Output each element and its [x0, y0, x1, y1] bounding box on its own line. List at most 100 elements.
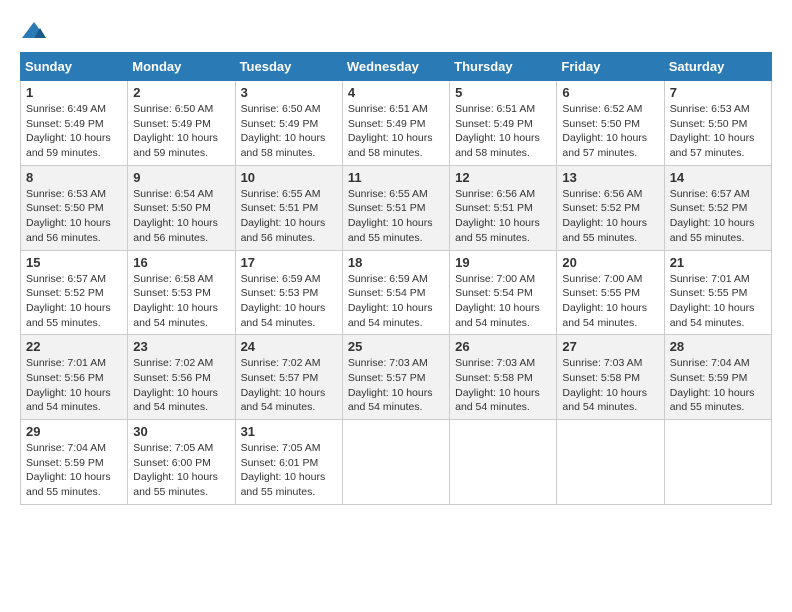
day-number: 3 [241, 85, 337, 100]
day-number: 29 [26, 424, 122, 439]
calendar-cell: 10Sunrise: 6:55 AMSunset: 5:51 PMDayligh… [235, 165, 342, 250]
day-info: Sunrise: 6:58 AMSunset: 5:53 PMDaylight:… [133, 272, 229, 331]
calendar-cell: 8 Sunrise: 6:53 AMSunset: 5:50 PMDaylight… [21, 165, 128, 250]
day-number: 8 [26, 170, 122, 185]
calendar-cell: 23Sunrise: 7:02 AMSunset: 5:56 PMDayligh… [128, 335, 235, 420]
calendar-header-row: SundayMondayTuesdayWednesdayThursdayFrid… [21, 53, 772, 81]
day-info: Sunrise: 6:53 AMSunset: 5:50 PMDaylight:… [26, 187, 122, 246]
day-number: 16 [133, 255, 229, 270]
calendar-cell: 26 Sunrise: 7:03 AMSunset: 5:58 PMDayligh… [450, 335, 557, 420]
page-header [20, 20, 772, 42]
logo [20, 20, 52, 42]
day-info: Sunrise: 6:55 AMSunset: 5:51 PMDaylight:… [241, 187, 337, 246]
calendar-cell: 27Sunrise: 7:03 AMSunset: 5:58 PMDayligh… [557, 335, 664, 420]
day-number: 18 [348, 255, 444, 270]
day-number: 21 [670, 255, 766, 270]
day-info: Sunrise: 6:56 AMSunset: 5:51 PMDaylight:… [455, 187, 551, 246]
day-number: 17 [241, 255, 337, 270]
day-number: 20 [562, 255, 658, 270]
day-info: Sunrise: 6:49 AMSunset: 5:49 PMDaylight:… [26, 102, 122, 161]
calendar-cell: 19Sunrise: 7:00 AMSunset: 5:54 PMDayligh… [450, 250, 557, 335]
day-info: Sunrise: 6:55 AMSunset: 5:51 PMDaylight:… [348, 187, 444, 246]
calendar-cell: 5 Sunrise: 6:51 AMSunset: 5:49 PMDaylight… [450, 81, 557, 166]
day-number: 9 [133, 170, 229, 185]
day-info: Sunrise: 6:59 AMSunset: 5:54 PMDaylight:… [348, 272, 444, 331]
day-info: Sunrise: 7:00 AMSunset: 5:55 PMDaylight:… [562, 272, 658, 331]
calendar-cell [450, 420, 557, 505]
calendar-cell: 16 Sunrise: 6:58 AMSunset: 5:53 PMDayligh… [128, 250, 235, 335]
day-info: Sunrise: 6:57 AMSunset: 5:52 PMDaylight:… [26, 272, 122, 331]
day-info: Sunrise: 7:03 AMSunset: 5:58 PMDaylight:… [455, 356, 551, 415]
calendar-cell: 28Sunrise: 7:04 AMSunset: 5:59 PMDayligh… [664, 335, 771, 420]
calendar-cell: 9Sunrise: 6:54 AMSunset: 5:50 PMDaylight… [128, 165, 235, 250]
logo-icon [20, 20, 48, 42]
day-info: Sunrise: 7:05 AMSunset: 6:01 PMDaylight:… [241, 441, 337, 500]
calendar-header-thursday: Thursday [450, 53, 557, 81]
day-number: 26 [455, 339, 551, 354]
calendar-cell: 12 Sunrise: 6:56 AMSunset: 5:51 PMDayligh… [450, 165, 557, 250]
calendar-week-row: 22 Sunrise: 7:01 AMSunset: 5:56 PMDayligh… [21, 335, 772, 420]
day-number: 11 [348, 170, 444, 185]
calendar-cell: 29 Sunrise: 7:04 AMSunset: 5:59 PMDayligh… [21, 420, 128, 505]
day-number: 7 [670, 85, 766, 100]
calendar-cell [557, 420, 664, 505]
calendar-cell: 1 Sunrise: 6:49 AMSunset: 5:49 PMDaylight… [21, 81, 128, 166]
calendar-header-sunday: Sunday [21, 53, 128, 81]
day-number: 4 [348, 85, 444, 100]
day-number: 2 [133, 85, 229, 100]
calendar-cell: 6 Sunrise: 6:52 AMSunset: 5:50 PMDaylight… [557, 81, 664, 166]
calendar-cell: 15 Sunrise: 6:57 AMSunset: 5:52 PMDayligh… [21, 250, 128, 335]
day-number: 24 [241, 339, 337, 354]
calendar-cell: 13 Sunrise: 6:56 AMSunset: 5:52 PMDayligh… [557, 165, 664, 250]
day-info: Sunrise: 6:59 AMSunset: 5:53 PMDaylight:… [241, 272, 337, 331]
day-info: Sunrise: 6:56 AMSunset: 5:52 PMDaylight:… [562, 187, 658, 246]
calendar-week-row: 29 Sunrise: 7:04 AMSunset: 5:59 PMDayligh… [21, 420, 772, 505]
day-number: 19 [455, 255, 551, 270]
calendar-week-row: 8 Sunrise: 6:53 AMSunset: 5:50 PMDaylight… [21, 165, 772, 250]
day-number: 6 [562, 85, 658, 100]
day-info: Sunrise: 6:57 AMSunset: 5:52 PMDaylight:… [670, 187, 766, 246]
day-info: Sunrise: 7:03 AMSunset: 5:58 PMDaylight:… [562, 356, 658, 415]
calendar-cell: 24 Sunrise: 7:02 AMSunset: 5:57 PMDayligh… [235, 335, 342, 420]
calendar-cell: 21 Sunrise: 7:01 AMSunset: 5:55 PMDayligh… [664, 250, 771, 335]
calendar-table: SundayMondayTuesdayWednesdayThursdayFrid… [20, 52, 772, 505]
calendar-cell: 7 Sunrise: 6:53 AMSunset: 5:50 PMDaylight… [664, 81, 771, 166]
day-info: Sunrise: 7:01 AMSunset: 5:55 PMDaylight:… [670, 272, 766, 331]
day-number: 22 [26, 339, 122, 354]
calendar-week-row: 15 Sunrise: 6:57 AMSunset: 5:52 PMDayligh… [21, 250, 772, 335]
calendar-header-wednesday: Wednesday [342, 53, 449, 81]
day-number: 30 [133, 424, 229, 439]
calendar-cell: 17 Sunrise: 6:59 AMSunset: 5:53 PMDayligh… [235, 250, 342, 335]
calendar-cell: 18 Sunrise: 6:59 AMSunset: 5:54 PMDayligh… [342, 250, 449, 335]
day-number: 25 [348, 339, 444, 354]
day-info: Sunrise: 6:52 AMSunset: 5:50 PMDaylight:… [562, 102, 658, 161]
day-number: 1 [26, 85, 122, 100]
day-info: Sunrise: 7:04 AMSunset: 5:59 PMDaylight:… [670, 356, 766, 415]
calendar-header-saturday: Saturday [664, 53, 771, 81]
day-number: 5 [455, 85, 551, 100]
day-info: Sunrise: 7:04 AMSunset: 5:59 PMDaylight:… [26, 441, 122, 500]
calendar-cell: 11 Sunrise: 6:55 AMSunset: 5:51 PMDayligh… [342, 165, 449, 250]
calendar-cell: 2 Sunrise: 6:50 AMSunset: 5:49 PMDaylight… [128, 81, 235, 166]
calendar-header-tuesday: Tuesday [235, 53, 342, 81]
calendar-cell: 3Sunrise: 6:50 AMSunset: 5:49 PMDaylight… [235, 81, 342, 166]
calendar-cell [342, 420, 449, 505]
calendar-cell: 4Sunrise: 6:51 AMSunset: 5:49 PMDaylight… [342, 81, 449, 166]
calendar-cell: 14Sunrise: 6:57 AMSunset: 5:52 PMDayligh… [664, 165, 771, 250]
day-number: 12 [455, 170, 551, 185]
day-number: 31 [241, 424, 337, 439]
day-info: Sunrise: 7:02 AMSunset: 5:57 PMDaylight:… [241, 356, 337, 415]
calendar-cell: 22 Sunrise: 7:01 AMSunset: 5:56 PMDayligh… [21, 335, 128, 420]
calendar-body: 1 Sunrise: 6:49 AMSunset: 5:49 PMDaylight… [21, 81, 772, 505]
day-number: 13 [562, 170, 658, 185]
day-number: 15 [26, 255, 122, 270]
day-info: Sunrise: 6:53 AMSunset: 5:50 PMDaylight:… [670, 102, 766, 161]
calendar-header-monday: Monday [128, 53, 235, 81]
day-info: Sunrise: 6:50 AMSunset: 5:49 PMDaylight:… [133, 102, 229, 161]
day-info: Sunrise: 6:51 AMSunset: 5:49 PMDaylight:… [455, 102, 551, 161]
day-info: Sunrise: 7:02 AMSunset: 5:56 PMDaylight:… [133, 356, 229, 415]
day-info: Sunrise: 7:01 AMSunset: 5:56 PMDaylight:… [26, 356, 122, 415]
calendar-cell: 20 Sunrise: 7:00 AMSunset: 5:55 PMDayligh… [557, 250, 664, 335]
day-info: Sunrise: 7:05 AMSunset: 6:00 PMDaylight:… [133, 441, 229, 500]
calendar-week-row: 1 Sunrise: 6:49 AMSunset: 5:49 PMDaylight… [21, 81, 772, 166]
